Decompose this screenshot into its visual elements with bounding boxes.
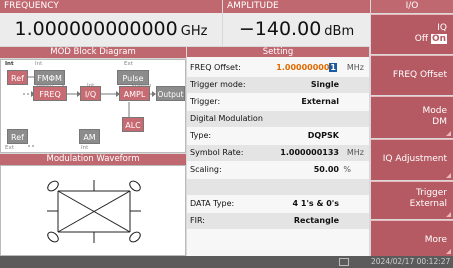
mod-block-diagram: Int Int Ext Ref FMΦM Pulse Sweep Int Swe… [0, 59, 186, 153]
scaling-label: Scaling: [190, 165, 222, 174]
datetime: 2024/02/17 00:12:27 [371, 257, 451, 266]
mode-softkey[interactable]: Mode DM [371, 96, 453, 138]
freq-offset-label: FREQ Offset: [190, 63, 241, 72]
am-block[interactable]: AM [79, 129, 100, 144]
amplitude-value: −140.00 [238, 18, 322, 40]
int-label-2: Int [35, 61, 43, 67]
ext-label: Ext [124, 61, 133, 67]
digital-modulation-heading: Digital Modulation [190, 114, 263, 123]
amplitude-display[interactable]: −140.00 dBm [223, 13, 370, 46]
row-fir[interactable]: FIR: Rectangle [187, 213, 369, 229]
more-softkey[interactable]: More [371, 220, 453, 256]
row-symbol-rate[interactable]: Symbol Rate: 1.000000133 MHz [187, 145, 369, 161]
row-digital-modulation: Digital Modulation [187, 111, 369, 127]
trigger-value: External [301, 97, 339, 106]
amplitude-header: AMPLITUDE [223, 0, 370, 13]
submenu-corner-icon [446, 173, 451, 178]
scaling-value: 50.00 [313, 165, 339, 174]
mode-softkey-title: Mode [422, 106, 447, 116]
scaling-unit: % [343, 165, 351, 174]
row-trigger[interactable]: Trigger: External [187, 94, 369, 110]
row-trigger-mode[interactable]: Trigger mode: Single [187, 77, 369, 93]
trigger-label: Trigger: [190, 97, 221, 106]
ampl-block[interactable]: AMPL [119, 86, 150, 101]
amplitude-unit: dBm [324, 24, 355, 39]
submenu-corner-icon [446, 212, 451, 217]
freq-offset-unit: MHz [346, 63, 364, 72]
symbol-rate-unit: MHz [346, 148, 364, 157]
ref-block[interactable]: Ref [7, 70, 28, 85]
freq-block[interactable]: FREQ [33, 86, 67, 101]
trigger-mode-label: Trigger mode: [190, 80, 246, 89]
freq-offset-softkey[interactable]: FREQ Offset [371, 55, 453, 95]
int-label-4: Int [81, 145, 89, 151]
setting-table: FREQ Offset: 1.000000001 MHz Trigger mod… [187, 57, 369, 256]
submenu-corner-icon [446, 249, 451, 254]
waveform-title: Modulation Waveform [0, 154, 186, 165]
status-bar: 2024/02/17 00:12:27 [0, 256, 453, 268]
submenu-corner-icon [446, 131, 451, 136]
trigger-softkey-value: External [409, 199, 447, 209]
row-data-type[interactable]: DATA Type: 4 1's & 0's [187, 196, 369, 212]
output-block[interactable]: Output [156, 86, 185, 101]
mod-block-title: MOD Block Diagram [0, 47, 186, 58]
type-label: Type: [190, 131, 212, 140]
freq-offset-value[interactable]: 1.000000001 [276, 60, 337, 76]
more-softkey-label: More [424, 235, 447, 245]
frequency-unit: GHz [180, 24, 208, 39]
iq-block[interactable]: I/Q [80, 86, 101, 101]
usb-icon [339, 258, 349, 266]
iq-softkey-title: IQ [437, 23, 447, 33]
freq-offset-digits: 1.00000000 [276, 63, 330, 72]
iq-softkey[interactable]: IQ Off On [371, 14, 453, 54]
frequency-value: 1.000000000000 [14, 18, 178, 40]
row-empty [187, 179, 369, 195]
iq-off-label: Off [414, 34, 429, 44]
ext-label-2: Ext [5, 145, 14, 151]
freq-offset-softkey-label: FREQ Offset [392, 70, 447, 80]
iq-adjustment-label: IQ Adjustment [382, 154, 447, 164]
trigger-softkey[interactable]: Trigger External [371, 181, 453, 219]
fir-value: Rectangle [293, 216, 339, 225]
row-freq-offset[interactable]: FREQ Offset: 1.000000001 MHz [187, 60, 369, 76]
frequency-header: FREQUENCY [0, 0, 222, 13]
int-label: Int [5, 61, 14, 67]
row-scaling[interactable]: Scaling: 50.00 % [187, 162, 369, 178]
data-type-label: DATA Type: [190, 199, 235, 208]
modulation-waveform [0, 165, 186, 256]
type-value: DQPSK [307, 131, 339, 140]
trigger-mode-value: Single [310, 80, 339, 89]
iq-adjustment-softkey[interactable]: IQ Adjustment [371, 139, 453, 180]
symbol-rate-value: 1.000000133 [280, 148, 339, 157]
alc-block[interactable]: ALC [122, 117, 144, 132]
constellation-diagram [47, 180, 141, 243]
mode-softkey-value: DM [432, 117, 447, 127]
ref-ext-block[interactable]: Ref [7, 129, 28, 144]
io-header: I/O [371, 0, 453, 13]
edit-cursor: 1 [329, 63, 337, 72]
frequency-display[interactable]: 1.000000000000 GHz [0, 13, 222, 46]
data-type-value: 4 1's & 0's [292, 199, 339, 208]
trigger-softkey-title: Trigger [415, 188, 447, 198]
iq-on-label: On [430, 34, 447, 44]
row-type[interactable]: Type: DQPSK [187, 128, 369, 144]
symbol-rate-label: Symbol Rate: [190, 148, 244, 157]
fir-label: FIR: [190, 216, 205, 225]
